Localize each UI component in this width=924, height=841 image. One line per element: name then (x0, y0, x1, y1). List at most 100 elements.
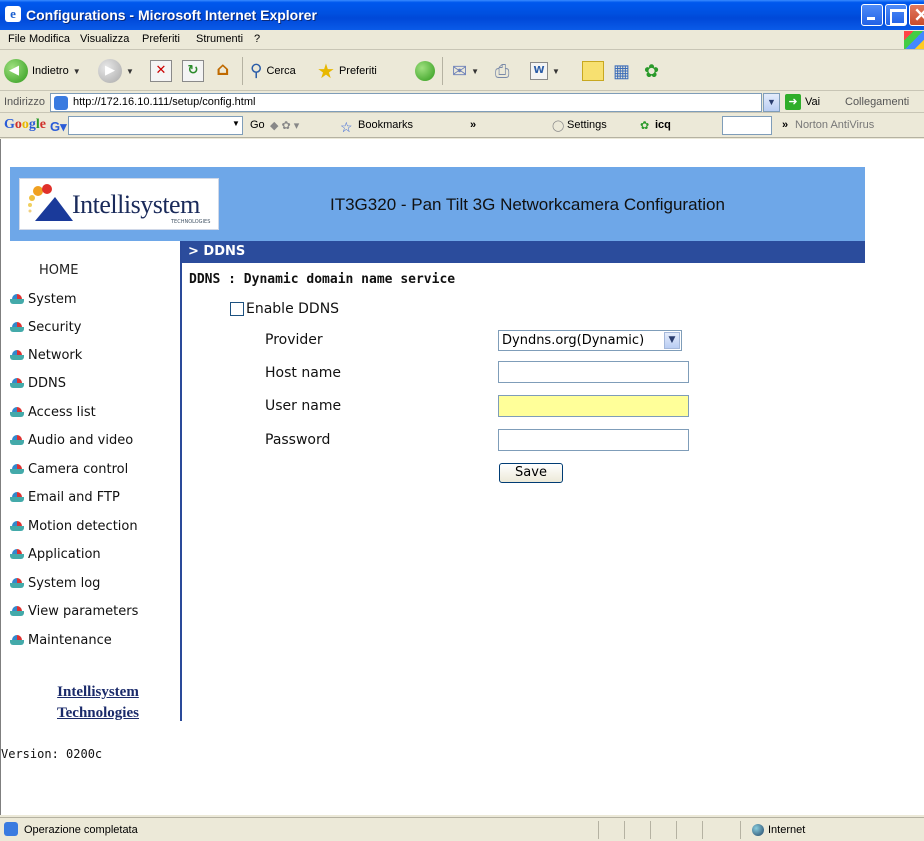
ie-app-icon: e (5, 6, 21, 22)
go-button[interactable]: ➜ Vai (785, 94, 820, 110)
status-divider (624, 821, 625, 839)
edit-button[interactable]: W ▼ (530, 58, 560, 84)
camera-menu-icon (10, 635, 24, 645)
google-search-input[interactable] (68, 116, 243, 135)
minimize-button[interactable] (861, 4, 883, 26)
security-zone[interactable]: Internet (752, 824, 805, 836)
sidebar-item-access-list[interactable]: Access list (10, 402, 96, 422)
windows-logo-icon (904, 31, 924, 49)
camera-menu-icon (10, 521, 24, 531)
sidebar-item-maintenance[interactable]: Maintenance (10, 630, 112, 650)
stop-button[interactable]: ✕ (150, 58, 172, 84)
google-arrows-icon[interactable]: ◆ ✿ ▾ (270, 119, 299, 132)
sidebar-item-view-parameters[interactable]: View parameters (10, 601, 138, 621)
google-menu-icon[interactable]: G▾ (50, 119, 67, 135)
print-button[interactable]: ⎙ (495, 58, 509, 84)
history-button[interactable] (415, 58, 435, 84)
maximize-button[interactable] (885, 4, 907, 26)
sidebar-item-ddns[interactable]: DDNS (10, 373, 66, 393)
section-title-bar: > DDNS (182, 241, 865, 263)
title-bar[interactable]: e Configurations - Microsoft Internet Ex… (0, 0, 924, 30)
search-icon: ⚲ (250, 61, 263, 80)
logo-text: Intellisystem (72, 190, 200, 219)
logo-mark-icon (28, 184, 73, 221)
sidebar-home-link[interactable]: HOME (39, 263, 78, 278)
password-label: Password (265, 432, 331, 448)
home-button[interactable]: ⌂ (212, 58, 234, 84)
sidebar-item-camera-control[interactable]: Camera control (10, 459, 128, 479)
more-chevron-icon[interactable]: » (782, 119, 788, 131)
username-label: User name (265, 398, 342, 414)
google-go-button[interactable]: Go (250, 119, 265, 131)
sidebar-item-system[interactable]: System (10, 289, 76, 309)
menu-help[interactable]: ? (254, 33, 260, 45)
icq-icon: ✿ (640, 120, 650, 132)
icq-button[interactable]: icq (655, 119, 671, 131)
sidebar-item-motion-detection[interactable]: Motion detection (10, 516, 138, 536)
sidebar-item-label: View parameters (28, 603, 139, 619)
google-search-dropdown-icon[interactable]: ▼ (232, 119, 240, 128)
discuss-button[interactable] (582, 58, 604, 84)
close-button[interactable] (909, 2, 924, 26)
history-icon (415, 61, 435, 81)
sidebar-item-system-log[interactable]: System log (10, 573, 100, 593)
menu-preferiti[interactable]: Preferiti (142, 33, 180, 45)
menu-visualizza[interactable]: Visualizza (80, 33, 129, 45)
go-arrow-icon: ➜ (785, 94, 801, 110)
back-label: Indietro (32, 65, 69, 77)
hostname-input[interactable] (498, 361, 689, 383)
intellisystem-logo[interactable]: Intellisystem TECHNOLOGIES (19, 178, 219, 230)
menu-file[interactable]: File (8, 33, 26, 45)
favorites-button[interactable]: ★ Preferiti (317, 58, 377, 84)
forward-dropdown-icon[interactable]: ▼ (126, 67, 134, 76)
norton-button[interactable]: Norton AntiVirus (795, 119, 874, 131)
sidebar-item-security[interactable]: Security (10, 317, 81, 337)
search-button[interactable]: ⚲ Cerca (250, 58, 296, 84)
messenger-button[interactable]: ✿ (644, 58, 659, 84)
sidebar-item-network[interactable]: Network (10, 345, 82, 365)
menu-strumenti[interactable]: Strumenti (196, 33, 243, 45)
address-input[interactable]: http://172.16.10.111/setup/config.html (50, 93, 762, 112)
icq-input[interactable] (722, 116, 772, 135)
mail-button[interactable]: ✉ ▼ (452, 58, 479, 84)
back-button[interactable]: Indietro ▼ (4, 58, 81, 84)
enable-ddns-checkbox[interactable] (230, 302, 244, 316)
provider-select[interactable]: Dyndns.org(Dynamic) ▼ (498, 330, 682, 351)
camera-menu-icon (10, 606, 24, 616)
menu-modifica[interactable]: Modifica (29, 33, 70, 45)
sidebar-item-audio-video[interactable]: Audio and video (10, 430, 133, 450)
enable-ddns-label[interactable]: Enable DDNS (246, 301, 339, 317)
links-label[interactable]: Collegamenti (845, 96, 909, 108)
camera-menu-icon (10, 492, 24, 502)
password-input[interactable] (498, 429, 689, 451)
edit-dropdown-icon[interactable]: ▼ (552, 67, 560, 76)
chevron-down-icon[interactable]: ▼ (664, 332, 680, 349)
camera-menu-icon (10, 350, 24, 360)
forward-button[interactable]: ▼ (98, 58, 134, 84)
section-heading: DDNS : Dynamic domain name service (189, 272, 456, 287)
home-icon: ⌂ (216, 59, 230, 80)
google-toolbar: Google G▾ ▼ Go ◆ ✿ ▾ ☆ Bookmarks » ◯ Set… (0, 114, 924, 138)
status-divider (598, 821, 599, 839)
company-line-2: Technologies (57, 705, 139, 721)
google-logo[interactable]: Google (4, 117, 46, 133)
note-icon (582, 61, 604, 81)
settings-button[interactable]: Settings (567, 119, 607, 131)
ie-window: e Configurations - Microsoft Internet Ex… (0, 0, 924, 841)
back-dropdown-icon[interactable]: ▼ (73, 67, 81, 76)
version-text: Version: 0200c (1, 747, 103, 761)
sidebar-item-email-ftp[interactable]: Email and FTP (10, 487, 120, 507)
mail-dropdown-icon[interactable]: ▼ (471, 67, 479, 76)
research-button[interactable]: ▦ (613, 58, 630, 84)
more-chevron-icon[interactable]: » (470, 119, 476, 131)
company-link[interactable]: Intellisystem Technologies (48, 682, 148, 724)
address-dropdown-icon[interactable]: ▼ (763, 93, 780, 112)
username-input[interactable] (498, 395, 689, 417)
refresh-button[interactable]: ↻ (182, 58, 204, 84)
save-button[interactable]: Save (499, 463, 563, 483)
bookmarks-button[interactable]: Bookmarks (358, 119, 413, 131)
sidebar-item-application[interactable]: Application (10, 544, 101, 564)
icq-flower-icon: ✿ (644, 60, 660, 81)
hostname-label: Host name (265, 365, 342, 381)
menu-bar: File Modifica Visualizza Preferiti Strum… (0, 30, 924, 50)
